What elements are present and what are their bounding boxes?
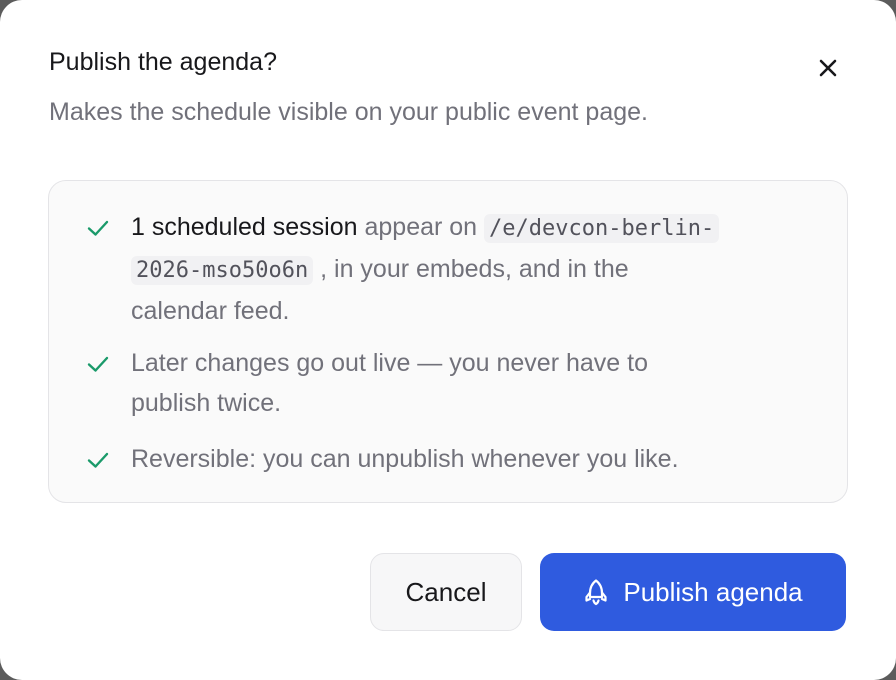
session-count: 1 scheduled session: [131, 213, 358, 241]
check-icon: [87, 452, 109, 468]
close-button[interactable]: [812, 52, 844, 84]
publish-button-label: Publish agenda: [623, 576, 803, 607]
check-icon: [87, 220, 109, 236]
publish-summary-panel: 1 scheduled session appear on /e/devcon-…: [48, 180, 848, 503]
close-icon: [819, 59, 837, 77]
cancel-button[interactable]: Cancel: [370, 553, 522, 631]
checklist-item-text: Later changes go out live — you never ha…: [131, 349, 648, 417]
publish-dialog: Publish the agenda? Makes the schedule v…: [0, 0, 896, 680]
rocket-icon: [585, 579, 607, 606]
checklist-item-text: Reversible: you can unpublish whenever y…: [131, 445, 679, 473]
dialog-subtitle: Makes the schedule visible on your publi…: [49, 98, 648, 126]
checklist-item-text: 1 scheduled session appear on /e/devcon-…: [131, 207, 821, 331]
publish-agenda-button[interactable]: Publish agenda: [540, 553, 846, 631]
check-icon: [87, 356, 109, 372]
cancel-button-label: Cancel: [405, 576, 487, 607]
dialog-title: Publish the agenda?: [49, 48, 277, 76]
event-url-code: /e/devcon-berlin-: [484, 214, 720, 243]
event-url-code-continued: 2026-mso50o6n: [131, 256, 314, 285]
